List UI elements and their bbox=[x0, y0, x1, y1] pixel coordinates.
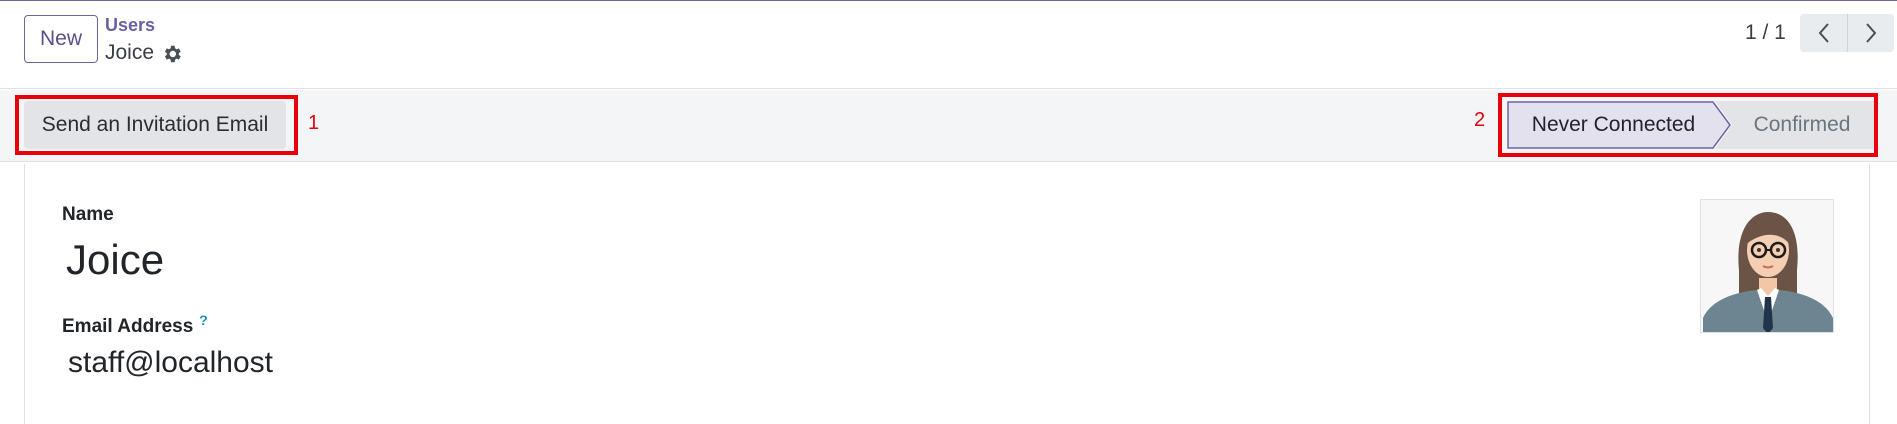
email-field[interactable]: staff@localhost bbox=[68, 346, 273, 380]
chevron-right-icon bbox=[1866, 23, 1877, 43]
pager-previous-button[interactable] bbox=[1800, 14, 1847, 52]
chevron-left-icon bbox=[1818, 23, 1829, 43]
stage-confirmed[interactable]: Confirmed bbox=[1715, 101, 1877, 149]
highlight-label-1: 1 bbox=[308, 112, 320, 134]
email-label: Email Address? bbox=[62, 312, 208, 338]
send-invitation-email-button[interactable]: Send an Invitation Email bbox=[24, 101, 286, 149]
pager-next-button[interactable] bbox=[1847, 14, 1894, 52]
name-field[interactable]: Joice bbox=[66, 236, 164, 284]
breadcrumb-users-link[interactable]: Users bbox=[105, 15, 155, 36]
stage-label: Confirmed bbox=[1753, 113, 1851, 136]
stage-never-connected[interactable]: Never Connected bbox=[1507, 101, 1731, 149]
status-bar: Send an Invitation Email Never Connected… bbox=[0, 90, 1897, 162]
pager-buttons bbox=[1800, 14, 1894, 52]
breadcrumb-current: Joice bbox=[105, 41, 155, 64]
name-label: Name bbox=[62, 204, 114, 225]
pager-value[interactable]: 1 / 1 bbox=[1745, 21, 1786, 45]
help-tooltip-icon[interactable]: ? bbox=[199, 312, 208, 328]
avatar-image[interactable] bbox=[1700, 199, 1834, 333]
gear-icon[interactable] bbox=[161, 43, 183, 65]
email-label-text: Email Address bbox=[62, 316, 194, 337]
stage-pipeline: Never Connected Confirmed bbox=[1507, 101, 1877, 149]
stage-label: Never Connected bbox=[1531, 113, 1696, 136]
highlight-label-2: 2 bbox=[1474, 109, 1486, 131]
control-panel: New Users Joice 1 / 1 bbox=[0, 1, 1897, 89]
form-sheet: Name Joice Email Address? staff@localhos… bbox=[24, 164, 1870, 424]
new-button[interactable]: New bbox=[24, 15, 98, 63]
